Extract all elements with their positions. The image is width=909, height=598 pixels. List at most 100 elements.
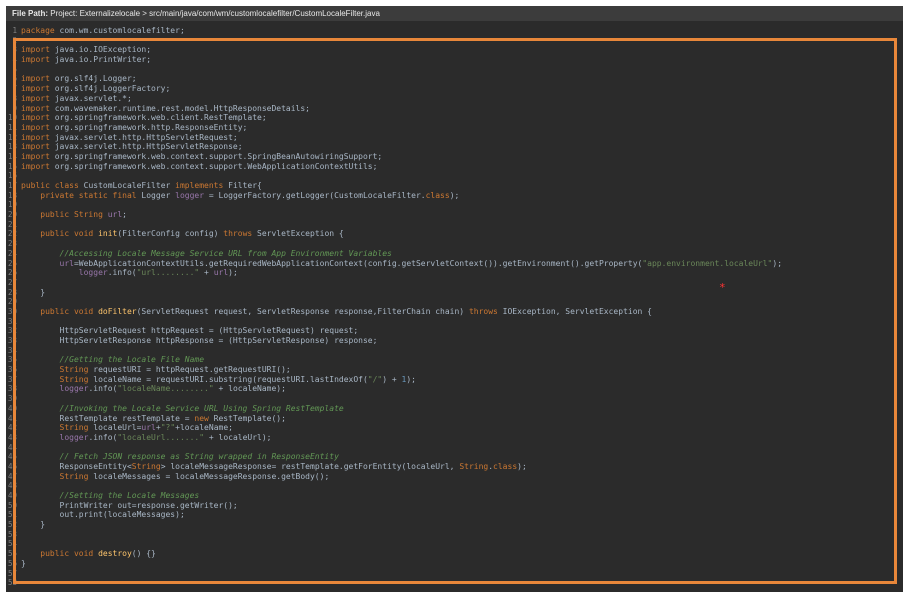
line-number[interactable]: 37 (6, 375, 17, 385)
code-line[interactable]: PrintWriter out=response.getWriter(); (21, 501, 903, 511)
code-line[interactable]: logger.info("localeUrl......." + localeU… (21, 433, 903, 443)
code-line[interactable]: import org.slf4j.Logger; (21, 74, 903, 84)
code-line[interactable]: import org.springframework.web.context.s… (21, 162, 903, 172)
code-line[interactable] (21, 317, 903, 327)
code-line[interactable]: public void destroy() {} (21, 549, 903, 559)
code-line[interactable] (21, 578, 903, 588)
line-number[interactable]: 20 (6, 210, 17, 220)
code-line[interactable]: } (21, 288, 903, 298)
code-line[interactable]: url=WebApplicationContextUtils.getRequir… (21, 259, 903, 269)
line-number[interactable]: 33 (6, 336, 17, 346)
code-line[interactable] (21, 481, 903, 491)
line-number[interactable]: 51 (6, 510, 17, 520)
line-number[interactable]: 19 (6, 200, 17, 210)
line-number[interactable]: 45 (6, 452, 17, 462)
line-number[interactable]: 57 (6, 569, 17, 579)
line-number[interactable]: 47 (6, 472, 17, 482)
line-number[interactable]: 4 (6, 55, 17, 65)
code-line[interactable]: import javax.servlet.http.HttpServletReq… (21, 133, 903, 143)
code-line[interactable]: import org.springframework.http.Response… (21, 123, 903, 133)
code-line[interactable] (21, 443, 903, 453)
code-line[interactable]: out.print(localeMessages); (21, 510, 903, 520)
line-number[interactable]: 50 (6, 501, 17, 511)
line-number[interactable]: 27 (6, 278, 17, 288)
code-line[interactable]: //Setting the Locale Messages (21, 491, 903, 501)
line-number[interactable]: 35 (6, 355, 17, 365)
line-number[interactable]: 14 (6, 152, 17, 162)
code-line[interactable]: import org.slf4j.LoggerFactory; (21, 84, 903, 94)
line-number[interactable]: 53 (6, 530, 17, 540)
code-line[interactable] (21, 171, 903, 181)
code-line[interactable]: public void init(FilterConfig config) th… (21, 229, 903, 239)
code-line[interactable] (21, 278, 903, 288)
code-line[interactable] (21, 530, 903, 540)
line-number[interactable]: 56 (6, 559, 17, 569)
code-line[interactable]: logger.info("url........" + url); (21, 268, 903, 278)
line-number[interactable]: 25 (6, 259, 17, 269)
code-line[interactable] (21, 569, 903, 579)
line-number[interactable]: 55 (6, 549, 17, 559)
code-line[interactable]: //Invoking the Locale Service URL Using … (21, 404, 903, 414)
code-line[interactable] (21, 200, 903, 210)
line-number[interactable]: 48 (6, 481, 17, 491)
line-number[interactable]: 28 (6, 288, 17, 298)
line-number[interactable]: 30 (6, 307, 17, 317)
line-number[interactable]: 34 (6, 346, 17, 356)
line-number[interactable]: 22 (6, 229, 17, 239)
code-line[interactable] (21, 239, 903, 249)
code-line[interactable]: HttpServletRequest httpRequest = (HttpSe… (21, 326, 903, 336)
line-number[interactable]: 54 (6, 539, 17, 549)
code-line[interactable]: //Accessing Locale Message Service URL f… (21, 249, 903, 259)
code-line[interactable]: public class CustomLocaleFilter implemen… (21, 181, 903, 191)
line-number[interactable]: 31 (6, 317, 17, 327)
code-line[interactable]: //Getting the Locale File Name (21, 355, 903, 365)
line-number[interactable]: 7 (6, 84, 17, 94)
line-number[interactable]: 5 (6, 65, 17, 75)
line-number[interactable]: 42 (6, 423, 17, 433)
line-number[interactable]: 44 (6, 443, 17, 453)
line-number[interactable]: 3 (6, 45, 17, 55)
code-line[interactable]: } (21, 520, 903, 530)
code-line[interactable]: String requestURI = httpRequest.getReque… (21, 365, 903, 375)
line-number[interactable]: 9 (6, 104, 17, 114)
line-number[interactable]: 23 (6, 239, 17, 249)
code-line[interactable] (21, 539, 903, 549)
code-line[interactable]: RestTemplate restTemplate = new RestTemp… (21, 414, 903, 424)
code-line[interactable]: import javax.servlet.http.HttpServletRes… (21, 142, 903, 152)
line-number[interactable]: 32 (6, 326, 17, 336)
line-number[interactable]: 40 (6, 404, 17, 414)
code-line[interactable]: String localeMessages = localeMessageRes… (21, 472, 903, 482)
code-line[interactable]: import org.springframework.web.context.s… (21, 152, 903, 162)
code-line[interactable]: import com.wavemaker.runtime.rest.model.… (21, 104, 903, 114)
line-number[interactable]: 6 (6, 74, 17, 84)
line-number[interactable]: 36 (6, 365, 17, 375)
line-number[interactable]: 26 (6, 268, 17, 278)
line-number[interactable]: 49 (6, 491, 17, 501)
code-line[interactable] (21, 65, 903, 75)
line-number[interactable]: 1 (6, 26, 17, 36)
line-number[interactable]: 41 (6, 414, 17, 424)
line-number[interactable]: 2 (6, 36, 17, 46)
code-line[interactable]: import javax.servlet.*; (21, 94, 903, 104)
line-number[interactable]: 11 (6, 123, 17, 133)
code-line[interactable]: logger.info("localeName........" + local… (21, 384, 903, 394)
code-line[interactable]: String localeUrl=url+"?"+localeName; (21, 423, 903, 433)
code-line[interactable]: private static final Logger logger = Log… (21, 191, 903, 201)
line-number[interactable]: 58 (6, 578, 17, 588)
line-number[interactable]: 17 (6, 181, 17, 191)
line-number[interactable]: 10 (6, 113, 17, 123)
code-line[interactable] (21, 297, 903, 307)
code-line[interactable]: // Fetch JSON response as String wrapped… (21, 452, 903, 462)
line-number[interactable]: 46 (6, 462, 17, 472)
code-line[interactable]: HttpServletResponse httpResponse = (Http… (21, 336, 903, 346)
line-number[interactable]: 52 (6, 520, 17, 530)
line-number[interactable]: 15 (6, 162, 17, 172)
code-line[interactable]: package com.wm.customlocalefilter; (21, 26, 903, 36)
code-line[interactable]: ResponseEntity<String> localeMessageResp… (21, 462, 903, 472)
code-line[interactable]: public void doFilter(ServletRequest requ… (21, 307, 903, 317)
code-line[interactable]: import java.io.PrintWriter; (21, 55, 903, 65)
line-number[interactable]: 12 (6, 133, 17, 143)
line-number[interactable]: 16 (6, 171, 17, 181)
code-line[interactable] (21, 346, 903, 356)
line-number[interactable]: 38 (6, 384, 17, 394)
